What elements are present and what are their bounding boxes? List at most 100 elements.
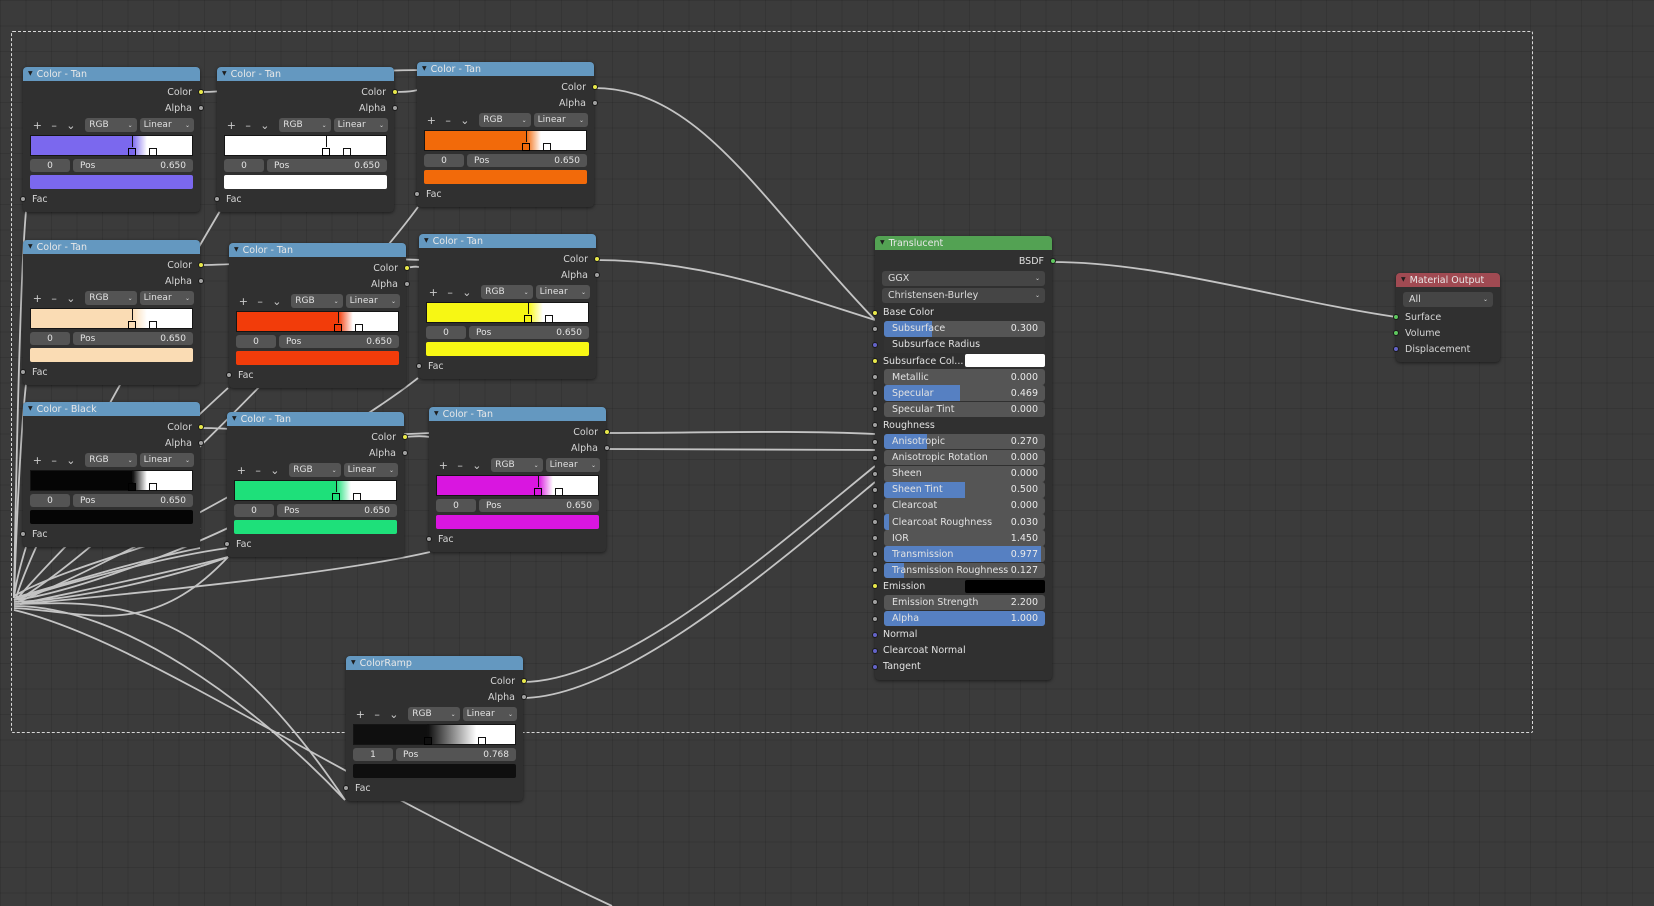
selected-stop-color-swatch[interactable] bbox=[436, 515, 599, 529]
property-input-socket-dot[interactable] bbox=[872, 406, 878, 413]
ramp-stop[interactable] bbox=[544, 312, 553, 323]
bsdf-property-row[interactable]: Subsurface 0.300 bbox=[872, 321, 1045, 337]
ramp-stop-selected[interactable] bbox=[332, 480, 341, 501]
alpha-output-socket-dot[interactable] bbox=[401, 450, 408, 456]
ramp-stop[interactable] bbox=[554, 485, 563, 496]
alpha-output-socket-dot[interactable] bbox=[197, 278, 204, 284]
color-mode-dropdown[interactable]: RGB ⌄ bbox=[291, 294, 343, 308]
ramp-stop-selected[interactable] bbox=[128, 135, 137, 156]
property-input-socket-dot[interactable] bbox=[872, 583, 878, 590]
ramp-stop-selected[interactable] bbox=[522, 130, 531, 151]
stop-index-field[interactable]: 0 bbox=[30, 494, 70, 507]
add-stop-button[interactable]: + bbox=[29, 118, 46, 132]
position-field[interactable]: Pos 0.650 bbox=[73, 494, 193, 507]
color-output-socket-dot[interactable] bbox=[403, 265, 410, 271]
property-input-socket-dot[interactable] bbox=[872, 309, 878, 316]
gradient-bar[interactable] bbox=[30, 308, 193, 329]
property-input-socket-dot[interactable] bbox=[872, 647, 878, 654]
color-mode-dropdown[interactable]: RGB ⌄ bbox=[491, 458, 543, 472]
bsdf-property-row[interactable]: Transmission 0.977 bbox=[872, 546, 1045, 562]
gradient-bar[interactable] bbox=[234, 480, 397, 501]
ramp-stop-selected[interactable] bbox=[524, 302, 533, 323]
color-mode-dropdown[interactable]: RGB ⌄ bbox=[479, 113, 531, 127]
input-socket-dot[interactable] bbox=[1392, 346, 1399, 352]
alpha-output-socket-dot[interactable] bbox=[603, 445, 610, 451]
alpha-output-socket-dot[interactable] bbox=[520, 694, 527, 700]
remove-stop-button[interactable]: – bbox=[46, 453, 63, 467]
bsdf-property-row[interactable]: Specular 0.469 bbox=[872, 385, 1045, 402]
color-output-socket-dot[interactable] bbox=[520, 678, 527, 684]
add-stop-button[interactable]: + bbox=[223, 118, 240, 132]
remove-stop-button[interactable]: – bbox=[440, 113, 457, 127]
property-input-socket-dot[interactable] bbox=[872, 486, 878, 493]
selected-stop-color-swatch[interactable] bbox=[426, 342, 589, 356]
gradient-bar[interactable] bbox=[436, 475, 599, 496]
bsdf-property-row[interactable]: Anisotropic Rotation 0.000 bbox=[872, 449, 1045, 466]
selected-stop-color-swatch[interactable] bbox=[353, 764, 516, 778]
ramp-menu-button[interactable]: ⌄ bbox=[457, 113, 474, 127]
collapse-icon[interactable]: ▼ bbox=[28, 244, 33, 250]
bsdf-property-row[interactable]: Subsurface Radius bbox=[872, 337, 1045, 353]
property-input-socket-dot[interactable] bbox=[872, 599, 878, 606]
ramp-stop-selected[interactable] bbox=[534, 475, 543, 496]
property-input-socket-dot[interactable] bbox=[872, 325, 878, 332]
gradient-bar[interactable] bbox=[30, 470, 193, 491]
node-header[interactable]: ▼ Color - Tan bbox=[419, 234, 596, 248]
position-field[interactable]: Pos 0.650 bbox=[267, 159, 387, 172]
ramp-stop[interactable] bbox=[342, 145, 351, 156]
node-header[interactable]: ▼ Color - Tan bbox=[227, 412, 404, 426]
color-output-socket-dot[interactable] bbox=[401, 434, 408, 440]
color-output-socket-dot[interactable] bbox=[603, 429, 610, 435]
property-input-socket-dot[interactable] bbox=[872, 535, 878, 542]
add-stop-button[interactable]: + bbox=[423, 113, 440, 127]
color-output-socket-dot[interactable] bbox=[197, 262, 204, 268]
collapse-icon[interactable]: ▼ bbox=[1401, 277, 1406, 283]
color-mode-dropdown[interactable]: RGB ⌄ bbox=[289, 463, 341, 477]
ramp-stop[interactable] bbox=[148, 480, 157, 491]
property-input-socket-dot[interactable] bbox=[872, 551, 878, 558]
ramp-menu-button[interactable]: ⌄ bbox=[269, 294, 286, 308]
remove-stop-button[interactable]: – bbox=[442, 285, 459, 299]
interpolation-dropdown[interactable]: Linear ⌄ bbox=[462, 707, 518, 721]
color-output-socket-dot[interactable] bbox=[197, 89, 204, 95]
interpolation-dropdown[interactable]: Linear ⌄ bbox=[533, 113, 589, 127]
remove-stop-button[interactable]: – bbox=[452, 458, 469, 472]
position-field[interactable]: Pos 0.650 bbox=[73, 159, 193, 172]
bsdf-property-row[interactable]: Emission Strength 2.200 bbox=[872, 594, 1045, 611]
collapse-icon[interactable]: ▼ bbox=[28, 71, 33, 77]
property-input-socket-dot[interactable] bbox=[872, 454, 878, 461]
node-header[interactable]: ▼ Color - Tan bbox=[417, 62, 594, 76]
property-input-socket-dot[interactable] bbox=[872, 502, 878, 509]
stop-index-field[interactable]: 0 bbox=[30, 159, 70, 172]
property-input-socket-dot[interactable] bbox=[872, 519, 878, 526]
collapse-icon[interactable]: ▼ bbox=[351, 660, 356, 666]
interpolation-dropdown[interactable]: Linear ⌄ bbox=[345, 294, 401, 308]
add-stop-button[interactable]: + bbox=[435, 458, 452, 472]
color-output-socket-dot[interactable] bbox=[593, 256, 600, 262]
remove-stop-button[interactable]: – bbox=[252, 294, 269, 308]
node-header[interactable]: ▼ Color - Black bbox=[23, 402, 200, 416]
fac-input-socket-dot[interactable] bbox=[415, 363, 422, 369]
interpolation-dropdown[interactable]: Linear ⌄ bbox=[535, 285, 591, 299]
node-header[interactable]: ▼ Color - Tan bbox=[217, 67, 394, 81]
ramp-menu-button[interactable]: ⌄ bbox=[267, 463, 284, 477]
ramp-menu-button[interactable]: ⌄ bbox=[63, 453, 80, 467]
ramp-menu-button[interactable]: ⌄ bbox=[63, 291, 80, 305]
color-mode-dropdown[interactable]: RGB ⌄ bbox=[85, 118, 137, 132]
bsdf-property-row[interactable]: Clearcoat Roughness 0.030 bbox=[872, 514, 1045, 530]
property-input-socket-dot[interactable] bbox=[872, 470, 878, 477]
property-input-socket-dot[interactable] bbox=[872, 663, 878, 670]
stop-index-field[interactable]: 0 bbox=[234, 504, 274, 517]
selected-stop-color-swatch[interactable] bbox=[30, 348, 193, 362]
alpha-output-socket-dot[interactable] bbox=[403, 281, 410, 287]
add-stop-button[interactable]: + bbox=[29, 453, 46, 467]
selected-stop-color-swatch[interactable] bbox=[234, 520, 397, 534]
ramp-stop[interactable] bbox=[352, 490, 361, 501]
color-mode-dropdown[interactable]: RGB ⌄ bbox=[85, 453, 137, 467]
bsdf-property-row[interactable]: Metallic 0.000 bbox=[872, 369, 1045, 385]
ramp-stop-selected[interactable] bbox=[424, 724, 433, 745]
ramp-stop-selected[interactable] bbox=[128, 470, 137, 491]
stop-index-field[interactable]: 0 bbox=[30, 332, 70, 345]
fac-input-socket-dot[interactable] bbox=[342, 785, 349, 791]
stop-index-field[interactable]: 0 bbox=[224, 159, 264, 172]
